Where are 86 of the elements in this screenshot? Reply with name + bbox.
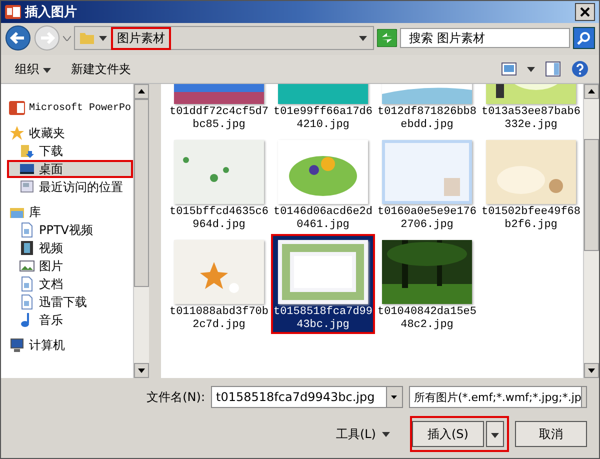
sidebar-item[interactable]: 图片 [7,257,134,275]
file-name: t011088abd3f70b2c7d.jpg [169,306,269,332]
file-name: t0158518fca7d9943bc.jpg [273,306,373,332]
close-button[interactable] [575,3,595,21]
address-path: 图片素材 [111,26,171,50]
sidebar-item[interactable]: 收藏夹 [7,124,134,142]
insert-options-button[interactable] [486,421,504,447]
view-icon[interactable] [501,61,517,77]
file-type-dropdown[interactable]: 所有图片(*.emf;*.wmf;*.jpg;*.jp [409,386,587,408]
file-item[interactable]: t01e99ff66a17d64210.jpg [271,84,375,134]
new-folder-button[interactable]: 新建文件夹 [66,60,137,78]
app-icon [9,100,25,116]
file-item[interactable]: t013a53ee87bab6332e.jpg [479,84,583,134]
file-name: t012df871826bb8ebdd.jpg [377,106,477,132]
close-icon [580,7,590,17]
caret-icon[interactable] [99,36,107,40]
back-button[interactable] [5,25,31,51]
filename-field[interactable]: t0158518fca7d9943bc.jpg [211,386,403,408]
scroll-up-icon[interactable] [134,84,150,99]
scrollbar[interactable] [583,84,599,378]
caret-icon [42,68,51,72]
file-name: t0146d06acd6e2d0461.jpg [273,206,373,232]
film-icon [19,240,35,256]
sidebar-item[interactable]: 视频 [7,239,134,257]
preview-pane-icon[interactable] [545,61,561,77]
file-item[interactable]: t0146d06acd6e2d0461.jpg [271,134,375,234]
sidebar-item[interactable]: 音乐 [7,311,134,329]
file-item[interactable]: t01040842da15e548c2.jpg [375,234,479,334]
window-title: 插入图片 [25,4,78,21]
scroll-up-icon[interactable] [584,84,599,99]
file-name: t01ddf72c4cf5d7bc85.jpg [169,106,269,132]
scroll-thumb[interactable] [584,139,599,251]
sidebar-item[interactable]: 库 [7,203,134,221]
history-caret-icon[interactable] [63,36,71,40]
star-icon [9,125,25,141]
view-caret-icon[interactable] [527,66,535,72]
sidebar-item[interactable]: Microsoft PowerPo [7,99,134,117]
file-name: t015bffcd4635c6964d.jpg [169,206,269,232]
dropdown-caret-icon[interactable] [386,387,402,407]
image-icon [19,258,35,274]
document-icon [19,294,35,310]
cancel-button[interactable]: 取消 [515,421,587,447]
file-item[interactable]: t01502bfee49f68b2f6.jpg [479,134,583,234]
sidebar-item[interactable]: 计算机 [7,336,134,354]
file-name: t0160a0e5e9e1762706.jpg [377,206,477,232]
tools-caret-icon[interactable] [382,432,390,436]
computer-icon [9,337,25,353]
scroll-thumb[interactable] [134,99,150,288]
file-item[interactable]: t015bffcd4635c6964d.jpg [167,134,271,234]
insert-button[interactable]: 插入(S) [412,421,484,447]
file-name: t01e99ff66a17d64210.jpg [273,106,373,132]
file-item[interactable]: t012df871826bb8ebdd.jpg [375,84,479,134]
filename-label: 文件名(N): [146,388,205,406]
recent-places-icon [19,179,35,195]
search-icon [577,31,591,45]
scroll-down-icon[interactable] [134,363,150,378]
file-item[interactable]: t011088abd3f70b2c7d.jpg [167,234,271,334]
folder-icon [79,30,95,46]
help-icon[interactable] [571,60,589,78]
sidebar-item[interactable]: PPTV视频 [7,221,134,239]
app-icon [5,4,21,20]
document-icon [19,222,35,238]
file-name: t01040842da15e548c2.jpg [377,306,477,332]
file-item[interactable]: t01ddf72c4cf5d7bc85.jpg [167,84,271,134]
sidebar-item[interactable]: 文档 [7,275,134,293]
sidebar-item[interactable]: 最近访问的位置 [7,178,134,196]
search-button[interactable] [573,27,595,49]
desktop-icon [19,161,35,177]
sidebar-item[interactable]: 迅雷下载 [7,293,134,311]
scrollbar[interactable] [133,84,150,378]
sidebar-item[interactable]: 桌面 [7,160,134,178]
search-field[interactable]: 搜索 图片素材 [400,28,570,48]
file-item[interactable]: t0160a0e5e9e1762706.jpg [375,134,479,234]
organize-menu[interactable]: 组织 [11,60,57,78]
file-name: t013a53ee87bab6332e.jpg [481,106,581,132]
refresh-button[interactable] [377,29,397,47]
file-item[interactable]: t0158518fca7d9943bc.jpg [271,234,375,334]
scroll-down-icon[interactable] [584,363,599,378]
address-bar[interactable]: 图片素材 [74,26,374,50]
caret-icon [491,433,499,438]
file-name: t01502bfee49f68b2f6.jpg [481,206,581,232]
document-icon [19,276,35,292]
tools-menu[interactable]: 工具(L) [336,426,376,442]
download-folder-icon [19,143,35,159]
sidebar-item[interactable]: 下载 [7,142,134,160]
dropdown-caret-icon[interactable] [359,36,367,40]
